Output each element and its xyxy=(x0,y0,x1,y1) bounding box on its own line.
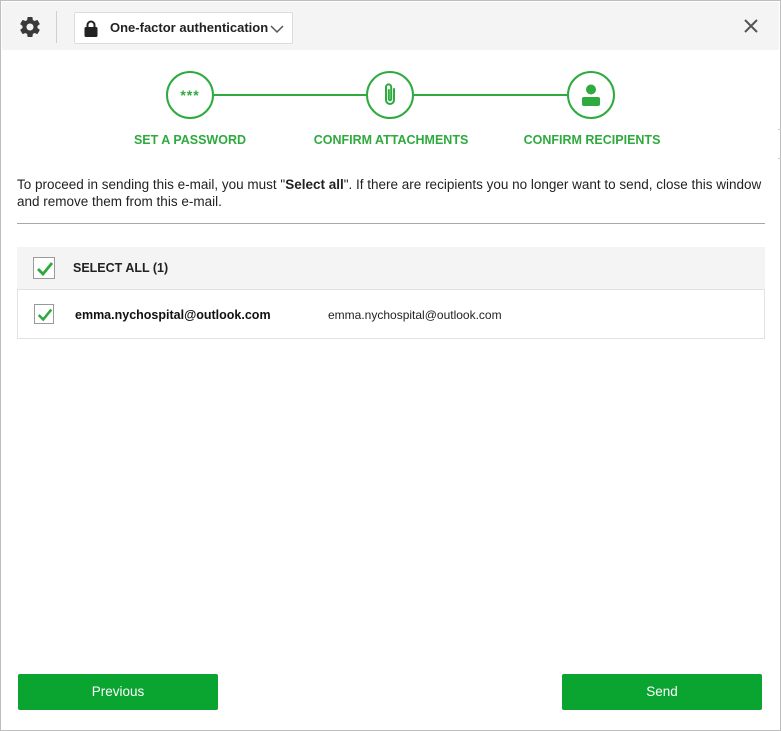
select-all-label: SELECT ALL (1) xyxy=(73,261,169,275)
recipient-checkbox[interactable] xyxy=(34,304,54,324)
recipient-row: emma.nychospital@outlook.com emma.nychos… xyxy=(17,289,765,339)
instruction-part: To proceed in sending this e-mail, you m… xyxy=(17,177,286,192)
authentication-mode-dropdown[interactable]: One-factor authentication xyxy=(74,12,293,44)
checkmark-icon xyxy=(37,308,53,322)
instruction-text: To proceed in sending this e-mail, you m… xyxy=(17,176,769,210)
previous-button[interactable]: Previous xyxy=(18,674,218,710)
checkmark-icon xyxy=(37,262,54,277)
divider xyxy=(17,223,765,224)
close-icon[interactable] xyxy=(743,18,759,34)
step-password-circle: *** xyxy=(166,71,214,119)
gear-icon[interactable] xyxy=(18,15,42,39)
step-recipients-circle xyxy=(567,71,615,119)
password-icon: *** xyxy=(180,87,200,103)
step-label-recipients: CONFIRM RECIPIENTS xyxy=(523,133,661,147)
step-label-password: SET A PASSWORD xyxy=(133,133,247,147)
step-connector xyxy=(414,94,569,96)
select-all-checkbox[interactable] xyxy=(33,257,55,279)
dialog-window: One-factor authentication *** SET A PASS… xyxy=(0,0,781,731)
toolbar-divider xyxy=(56,11,57,43)
instruction-emphasis: Select all xyxy=(285,177,344,192)
select-all-row: SELECT ALL (1) xyxy=(17,247,765,289)
send-button[interactable]: Send xyxy=(562,674,762,710)
authentication-mode-label: One-factor authentication xyxy=(110,20,269,35)
step-label-attachments: CONFIRM ATTACHMENTS xyxy=(313,133,469,147)
step-attachments-circle xyxy=(366,71,414,119)
chevron-down-icon xyxy=(270,22,284,34)
recipient-email: emma.nychospital@outlook.com xyxy=(75,308,271,322)
lock-icon xyxy=(84,20,98,37)
step-connector xyxy=(214,94,369,96)
top-bar: One-factor authentication xyxy=(2,2,779,50)
recipient-name: emma.nychospital@outlook.com xyxy=(328,308,502,322)
